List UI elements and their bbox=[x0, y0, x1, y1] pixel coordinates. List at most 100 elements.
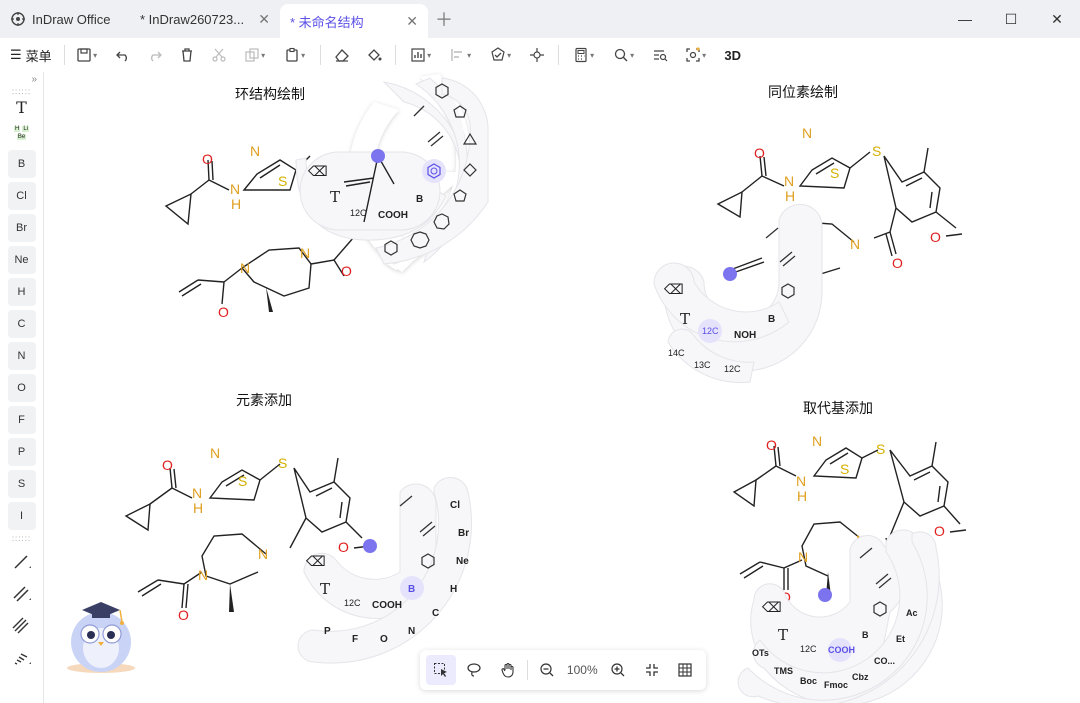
fit-view-button[interactable] bbox=[637, 655, 667, 685]
redo-button[interactable] bbox=[141, 43, 169, 67]
svg-text:S: S bbox=[876, 441, 885, 457]
align-button[interactable]: ▾ bbox=[443, 43, 479, 67]
sub-menu-ac[interactable]: Ac bbox=[906, 608, 918, 618]
lasso-tool-button[interactable] bbox=[460, 655, 490, 685]
drawing-canvas[interactable]: 环结构绘制 同位素绘制 元素添加 取代基添加 O N N H S N N O O… bbox=[44, 72, 1080, 703]
close-icon[interactable]: ✕ bbox=[258, 11, 270, 28]
isotope-menu-12c-alt[interactable]: 12C bbox=[724, 364, 741, 374]
element-menu-f[interactable]: F bbox=[352, 634, 358, 645]
element-h-button[interactable]: H bbox=[7, 278, 36, 306]
paste-button[interactable]: ▾ bbox=[277, 43, 313, 67]
close-window-icon[interactable]: ✕ bbox=[1034, 0, 1080, 38]
single-bond-tool[interactable] bbox=[8, 547, 36, 575]
sub-menu-cbz[interactable]: Cbz bbox=[852, 672, 869, 682]
ai-recognize-button[interactable]: ▾ bbox=[678, 43, 714, 67]
element-menu-iso[interactable]: 12C bbox=[344, 598, 361, 608]
element-i-button[interactable]: I bbox=[7, 502, 36, 530]
svg-text:H: H bbox=[193, 500, 203, 516]
double-bond-tool[interactable] bbox=[8, 579, 36, 607]
element-menu-h[interactable]: H bbox=[450, 584, 457, 595]
tab-doc1[interactable]: * InDraw260723... ✕ bbox=[130, 0, 280, 38]
3d-view-button[interactable]: 3D bbox=[718, 43, 748, 67]
isotope-menu-b[interactable]: B bbox=[768, 314, 775, 325]
svg-text:N: N bbox=[250, 143, 260, 159]
isotope-menu-14c[interactable]: 14C bbox=[668, 348, 685, 358]
element-br-button[interactable]: Br bbox=[7, 214, 36, 242]
element-s-button[interactable]: S bbox=[7, 470, 36, 498]
eraser-icon bbox=[334, 49, 349, 62]
chart-button[interactable]: ▾ bbox=[403, 43, 439, 67]
element-menu-ne[interactable]: Ne bbox=[456, 556, 469, 567]
sub-menu-fmoc[interactable]: Fmoc bbox=[824, 680, 848, 690]
check-structure-button[interactable]: ▾ bbox=[483, 43, 519, 67]
pan-tool-button[interactable] bbox=[493, 655, 523, 685]
sub-menu-et[interactable]: Et bbox=[896, 634, 905, 644]
element-menu-p[interactable]: P bbox=[324, 626, 331, 637]
tab-home[interactable]: InDraw Office bbox=[0, 0, 124, 38]
save-button[interactable]: ▾ bbox=[69, 43, 105, 67]
element-menu-o[interactable]: O bbox=[380, 634, 388, 645]
element-menu-b[interactable]: B bbox=[408, 584, 415, 595]
minimize-icon[interactable]: — bbox=[942, 0, 988, 38]
sub-menu-cooh[interactable]: COOH bbox=[828, 645, 855, 655]
collapse-icon[interactable]: » bbox=[31, 74, 37, 85]
triple-bond-tool[interactable] bbox=[8, 611, 36, 639]
element-n-button[interactable]: N bbox=[7, 342, 36, 370]
ring-menu-cooh[interactable]: COOH bbox=[378, 210, 408, 221]
isotope-menu-13c[interactable]: 13C bbox=[694, 360, 711, 370]
grid-toggle-button[interactable] bbox=[670, 655, 700, 685]
sub-menu-boc[interactable]: Boc bbox=[800, 676, 817, 686]
eraser-button[interactable] bbox=[328, 43, 356, 67]
sub-menu-ots[interactable]: OTs bbox=[752, 648, 769, 658]
ptable-h: H bbox=[13, 126, 21, 132]
sub-menu-b[interactable]: B bbox=[862, 630, 869, 640]
tab-doc2[interactable]: * 未命名结构 ✕ bbox=[280, 4, 428, 38]
element-menu-c[interactable]: C bbox=[432, 608, 439, 619]
element-menu-n[interactable]: N bbox=[408, 626, 415, 637]
undo-button[interactable] bbox=[109, 43, 137, 67]
sub-menu-co[interactable]: CO... bbox=[874, 656, 895, 666]
save-icon bbox=[77, 48, 91, 62]
copy-button[interactable]: ▾ bbox=[237, 43, 273, 67]
clean-button[interactable] bbox=[523, 43, 551, 67]
maximize-icon[interactable]: ☐ bbox=[988, 0, 1034, 38]
element-menu-cl[interactable]: Cl bbox=[450, 500, 460, 511]
element-c-button[interactable]: C bbox=[7, 310, 36, 338]
sub-menu-tms[interactable]: TMS bbox=[774, 666, 793, 676]
element-p-button[interactable]: P bbox=[7, 438, 36, 466]
fill-button[interactable] bbox=[360, 43, 388, 67]
isotope-menu-iso[interactable]: 12C bbox=[702, 326, 719, 336]
triple-bond-icon bbox=[12, 617, 28, 634]
zoom-in-button[interactable] bbox=[603, 655, 633, 685]
isotope-menu-noh[interactable]: NOH bbox=[734, 330, 756, 341]
add-tab-icon[interactable]: ＋ bbox=[428, 0, 460, 38]
find-text-button[interactable] bbox=[646, 43, 674, 67]
periodic-table-button[interactable]: H Li Be bbox=[10, 122, 34, 144]
element-f-button[interactable]: F bbox=[7, 406, 36, 434]
sub-menu-iso[interactable]: 12C bbox=[800, 644, 817, 654]
hashed-bond-tool[interactable] bbox=[8, 643, 36, 671]
element-menu-cooh[interactable]: COOH bbox=[372, 600, 402, 611]
zoom-out-button[interactable] bbox=[532, 655, 562, 685]
delete-button[interactable] bbox=[173, 43, 201, 67]
element-cl-button[interactable]: Cl bbox=[7, 182, 36, 210]
cut-button[interactable] bbox=[205, 43, 233, 67]
element-ne-button[interactable]: Ne bbox=[7, 246, 36, 274]
element-o-button[interactable]: O bbox=[7, 374, 36, 402]
zoom-in-icon bbox=[611, 663, 625, 677]
calculator-button[interactable]: ▾ bbox=[566, 43, 602, 67]
double-bond-icon bbox=[12, 586, 31, 602]
text-tool-icon[interactable]: T bbox=[16, 98, 27, 120]
element-menu-br[interactable]: Br bbox=[458, 528, 469, 539]
search-button[interactable]: ▾ bbox=[606, 43, 642, 67]
drag-handle-icon[interactable]: :::::: bbox=[12, 534, 31, 543]
select-tool-button[interactable] bbox=[426, 655, 456, 685]
close-icon[interactable]: ✕ bbox=[406, 13, 418, 30]
drag-handle-icon[interactable]: :::::: bbox=[12, 87, 31, 96]
ring-menu-b[interactable]: B bbox=[416, 194, 423, 205]
element-b-button[interactable]: B bbox=[7, 150, 36, 178]
menu-button[interactable]: ☰ 菜单 bbox=[10, 45, 65, 65]
svg-text:O: O bbox=[202, 151, 213, 167]
scissors-icon bbox=[212, 48, 226, 62]
svg-text:S: S bbox=[278, 455, 287, 471]
